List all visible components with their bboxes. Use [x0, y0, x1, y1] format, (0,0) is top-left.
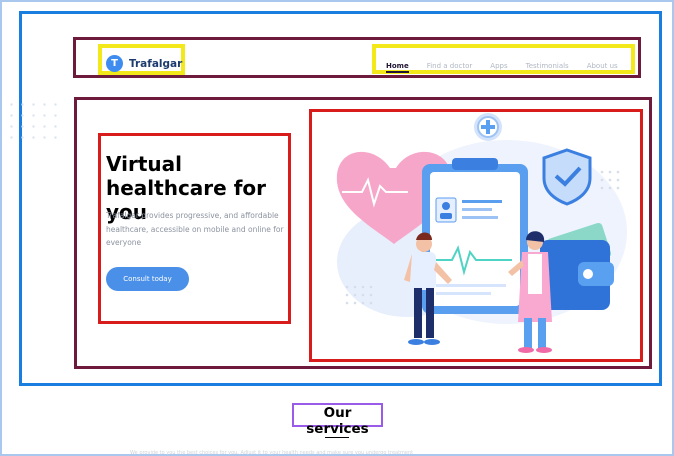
healthcare-illustration [336, 113, 627, 353]
nav-item-testimonials[interactable]: Testimonials [526, 62, 569, 73]
main-nav: Home Find a doctor Apps Testimonials Abo… [386, 62, 636, 73]
nav-item-home[interactable]: Home [386, 62, 409, 73]
brand-name: Trafalgar [129, 57, 183, 70]
services-subtitle: We provide to you the best choices for y… [130, 450, 414, 455]
brand-logo[interactable]: T Trafalgar [106, 55, 182, 72]
consult-today-button[interactable]: Consult today [106, 267, 189, 291]
nav-item-apps[interactable]: Apps [490, 62, 507, 73]
logo-icon: T [106, 55, 123, 72]
nav-item-find-doctor[interactable]: Find a doctor [427, 62, 473, 73]
nav-item-about[interactable]: About us [587, 62, 618, 73]
services-divider [325, 437, 349, 438]
dots-decoration [6, 99, 64, 147]
services-title: Our services [306, 405, 369, 437]
hero-description: Trafalgar provides progressive, and affo… [106, 211, 284, 247]
